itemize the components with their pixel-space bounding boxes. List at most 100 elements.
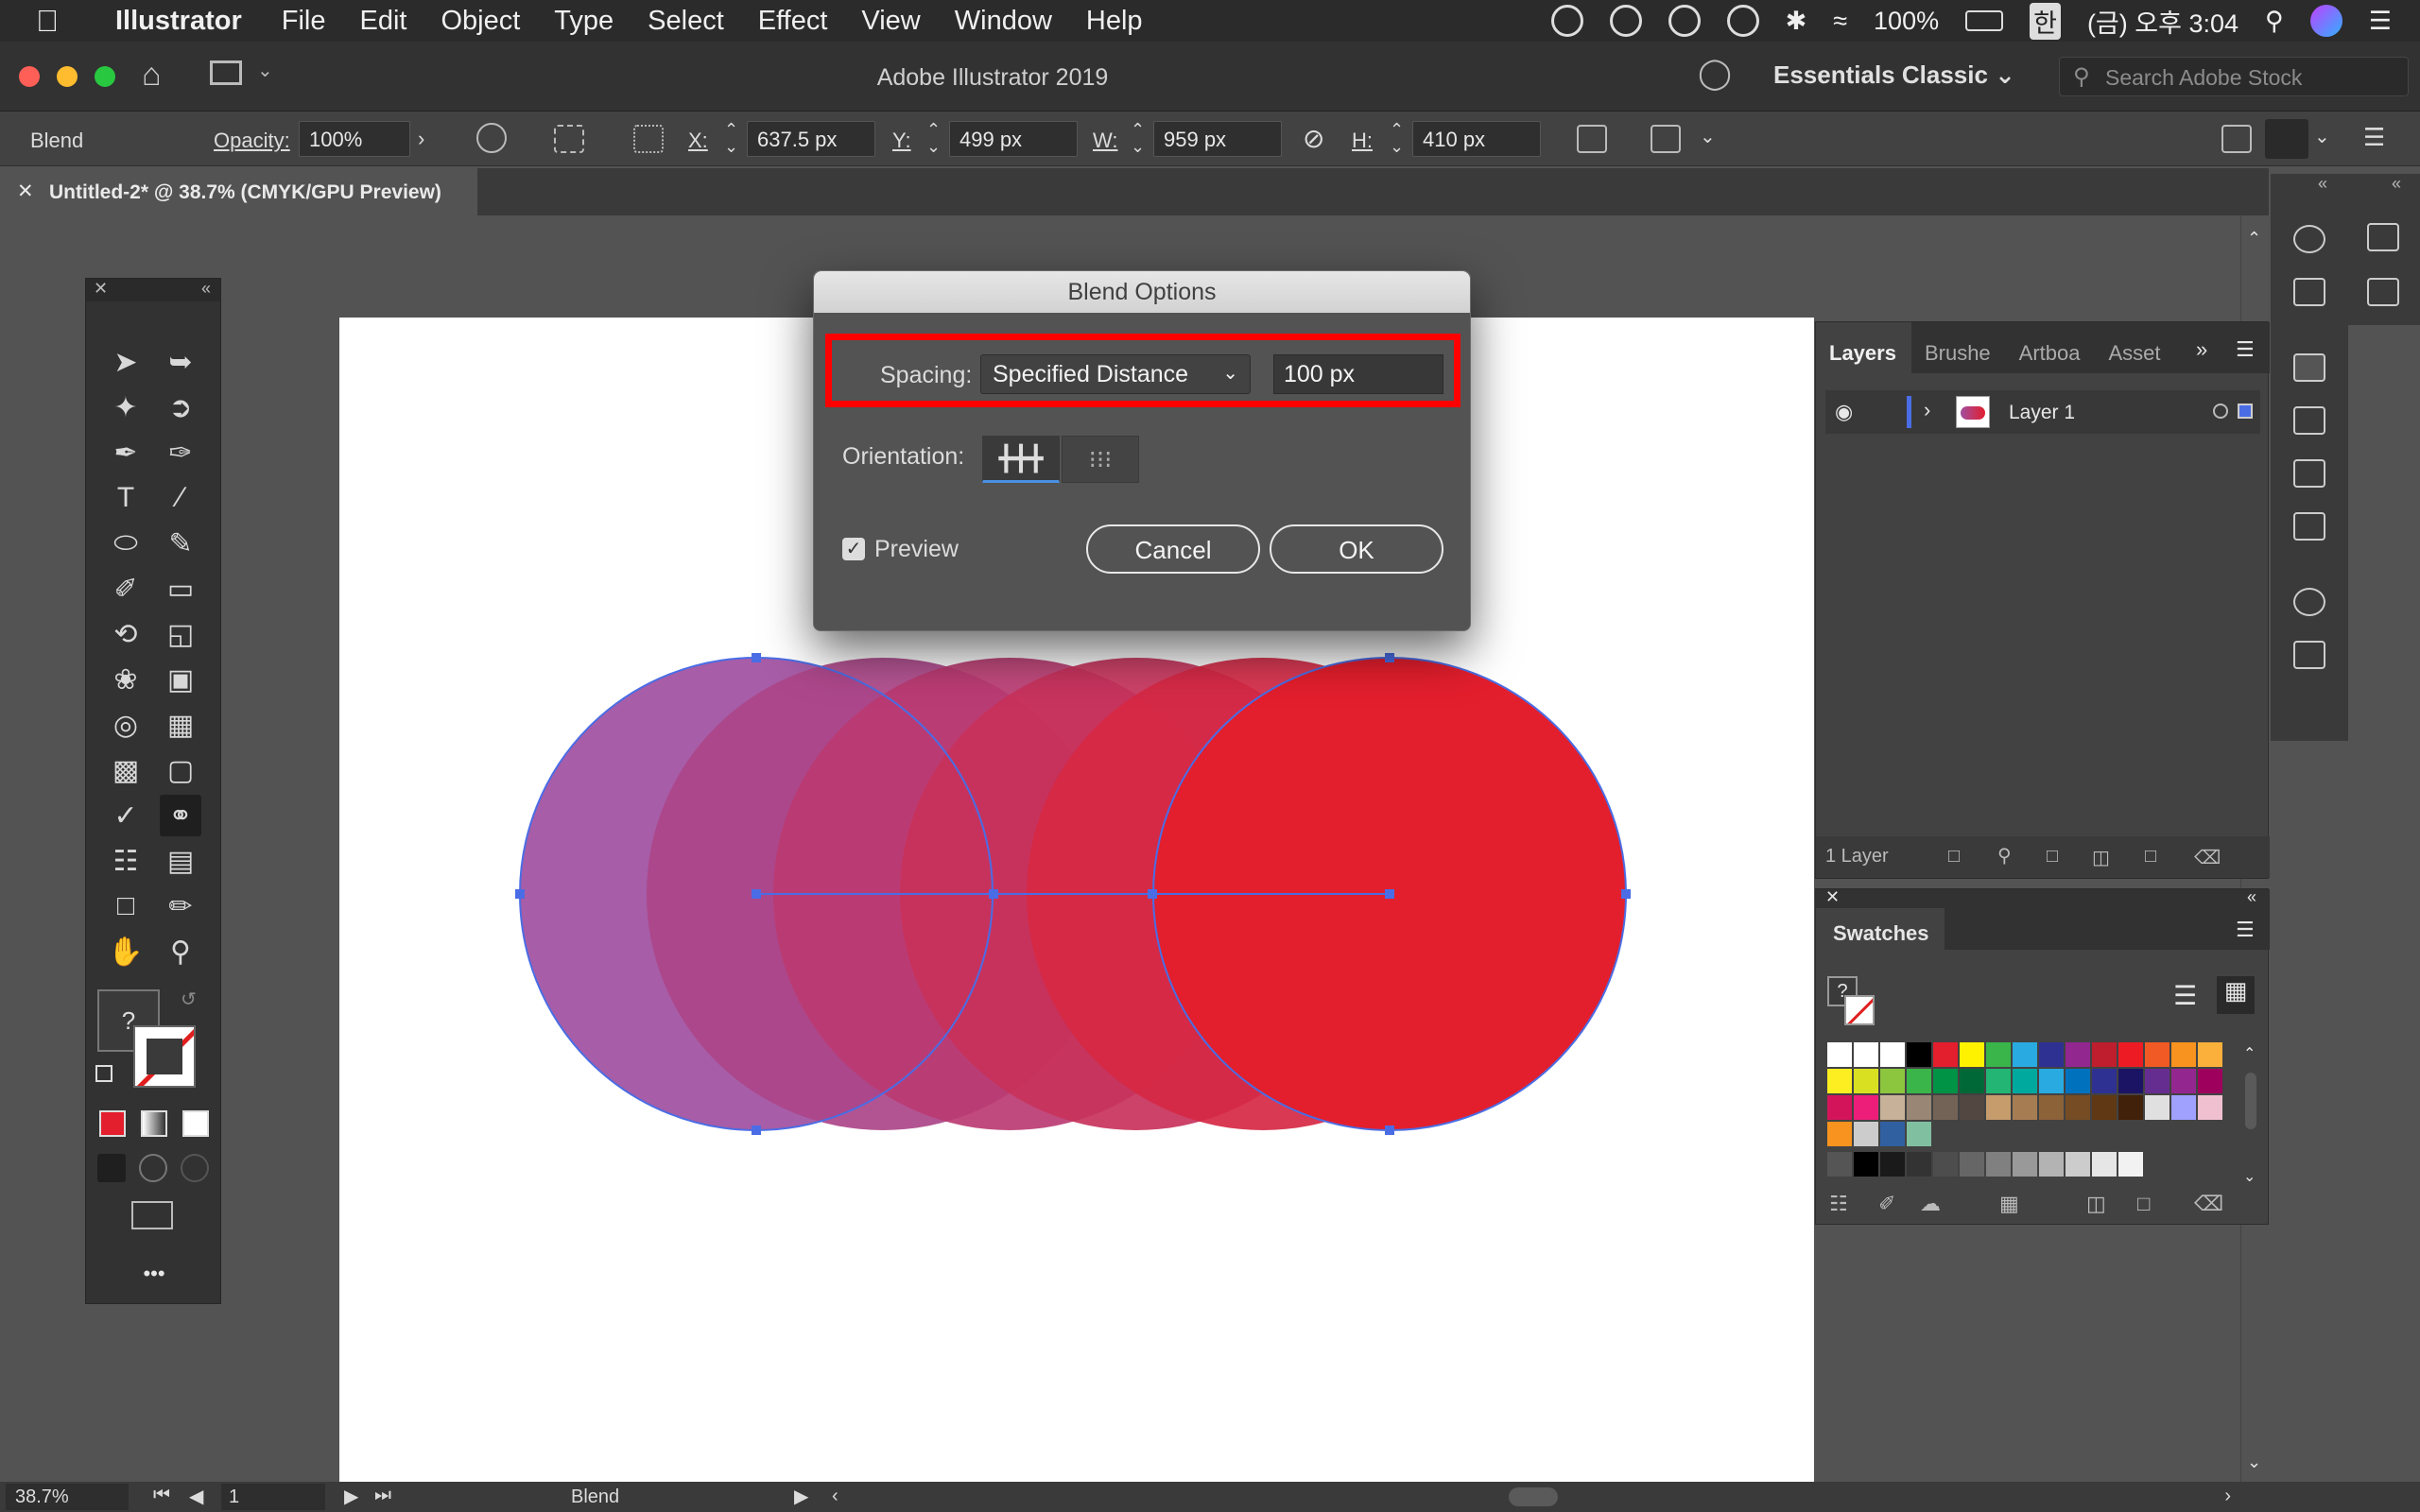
color-swatch[interactable] [2118,1152,2143,1177]
color-swatch[interactable] [1960,1095,1984,1120]
color-swatch[interactable] [1827,1122,1852,1146]
menu-file[interactable]: File [265,6,343,37]
symbol-sprayer-tool-icon[interactable]: ☷ [105,840,147,882]
x-stepper-icon[interactable]: ⌃ ⌄ [724,121,738,155]
width-field[interactable]: 959 px [1153,121,1282,157]
d-app-icon[interactable] [1668,5,1701,37]
free-transform-tool-icon[interactable]: ▣ [160,659,201,700]
height-field[interactable]: 410 px [1412,121,1541,157]
artboard-number-field[interactable]: 1 [221,1484,325,1510]
align-to-page-orientation-button[interactable]: ╋╋╋ [982,436,1060,483]
menu-edit[interactable]: Edit [342,6,424,37]
edit-toolbar-button[interactable]: ••• [86,1262,222,1286]
pen-tool-icon[interactable]: ✒ [105,432,147,473]
cloud-sync-icon[interactable]: ☁ [1920,1192,1941,1216]
anchor-point[interactable] [752,1125,761,1135]
color-swatch[interactable] [2198,1069,2222,1093]
color-swatch[interactable] [1933,1069,1958,1093]
libraries-icon[interactable] [2293,406,2325,435]
layer-name[interactable]: Layer 1 [2009,402,2075,424]
notification-center-icon[interactable]: ☰ [2369,7,2392,36]
color-swatch[interactable] [1827,1069,1852,1093]
color-swatch[interactable] [1986,1042,2011,1067]
shape-builder-tool-icon[interactable]: ◎ [105,704,147,746]
menubar-clock[interactable]: (금) 오후 3:04 [2087,3,2238,40]
expand-dock-icon[interactable]: « [2318,174,2327,194]
menu-app-name[interactable]: Illustrator [102,6,265,37]
warp-tool-icon[interactable]: ❀ [105,659,147,700]
draw-inside-icon[interactable] [181,1154,209,1182]
color-swatch[interactable] [2198,1042,2222,1067]
line-segment-tool-icon[interactable]: ∕ [160,477,201,519]
scroll-down-icon[interactable]: ⌄ [2243,1167,2256,1186]
anchor-point[interactable] [1385,1125,1394,1135]
reference-point-icon[interactable] [633,125,664,153]
scroll-left-icon[interactable]: ‹ [832,1486,838,1507]
color-swatch[interactable] [2118,1095,2143,1120]
color-swatch[interactable] [1880,1042,1905,1067]
spotlight-search-icon[interactable]: ⚲ [2265,7,2284,36]
color-swatch[interactable] [2145,1042,2169,1067]
scroll-down-icon[interactable]: ⌄ [2247,1452,2261,1472]
anchor-point[interactable] [752,889,761,899]
anchor-point[interactable] [1385,889,1394,899]
appearance-icon[interactable] [2293,588,2325,616]
layer-target-icon[interactable] [2213,404,2228,419]
color-swatch[interactable] [2039,1152,2064,1177]
type-tool-icon[interactable]: T [105,477,147,519]
scroll-right-icon[interactable]: › [2224,1486,2231,1507]
menu-lines-icon[interactable]: ☰ [2363,123,2385,152]
color-swatch[interactable] [1827,1095,1852,1120]
color-swatch[interactable] [2013,1069,2037,1093]
y-label[interactable]: Y: [892,129,911,153]
color-swatch[interactable] [2145,1095,2169,1120]
gradient-tool-icon[interactable]: ▢ [160,749,201,791]
zoom-level-field[interactable]: 38.7% [6,1484,129,1510]
swatch-libraries-icon[interactable]: ☷ [1829,1192,1848,1216]
tab-asset-export[interactable]: Asset [2096,322,2176,373]
tab-swatches[interactable]: Swatches [1816,908,1945,950]
specified-distance-input[interactable]: 100 px [1273,354,1443,394]
color-swatch[interactable] [2013,1095,2037,1120]
panel-toggle-icon[interactable] [2265,119,2308,159]
menu-type[interactable]: Type [537,6,631,37]
column-graph-tool-icon[interactable]: ▤ [160,840,201,882]
close-tab-icon[interactable]: ✕ [17,180,34,203]
swatch-options-icon[interactable]: ▦ [1999,1192,2019,1216]
none-mode-icon[interactable] [182,1110,209,1137]
color-swatch[interactable] [1907,1069,1931,1093]
color-swatch[interactable] [1880,1122,1905,1146]
visibility-eye-icon[interactable]: ◉ [1835,400,1853,424]
scroll-thumb[interactable] [2245,1073,2256,1129]
stock-search-input[interactable]: ⚲ Search Adobe Stock [2059,57,2409,96]
transform-panel-icon[interactable] [2293,641,2325,669]
new-sublayer-icon[interactable]: ◫ [2092,846,2110,869]
color-swatch[interactable] [2039,1042,2064,1067]
color-swatch[interactable] [2066,1069,2090,1093]
color-swatch[interactable] [1933,1095,1958,1120]
list-view-icon[interactable]: ☰ [2173,980,2197,1011]
anchor-point[interactable] [752,653,761,662]
color-swatch[interactable] [1933,1042,1958,1067]
direct-selection-tool-icon[interactable]: ➥ [160,341,201,383]
y-stepper-icon[interactable]: ⌃ ⌄ [926,121,941,155]
swatches-scrollbar[interactable]: ⌃ ⌄ [2241,1044,2260,1186]
zoom-tool-icon[interactable]: ⚲ [160,931,201,972]
paintbrush-tool-icon[interactable]: ✎ [160,523,201,564]
ellipse-tool-icon[interactable]: ⬭ [105,523,147,564]
collapse-panel-icon[interactable]: « [2247,887,2256,907]
color-swatch[interactable] [2092,1042,2117,1067]
color-swatch[interactable] [1986,1152,2011,1177]
wifi-icon[interactable]: ≈ [1833,7,1847,36]
clipping-mask-icon[interactable]: □ [2047,846,2058,868]
scale-tool-icon[interactable]: ◱ [160,613,201,655]
color-swatch[interactable] [1907,1122,1931,1146]
swap-fill-stroke-icon[interactable]: ↺ [181,988,197,1011]
color-swatch[interactable] [1907,1095,1931,1120]
color-swatch[interactable] [1854,1042,1878,1067]
color-swatch[interactable] [2171,1069,2196,1093]
new-swatch-icon[interactable]: □ [2137,1192,2150,1216]
panel-menu-icon[interactable]: ☰ [2236,337,2255,362]
tab-artboards[interactable]: Artboa [2006,322,2096,373]
rotate-tool-icon[interactable]: ⟲ [105,613,147,655]
